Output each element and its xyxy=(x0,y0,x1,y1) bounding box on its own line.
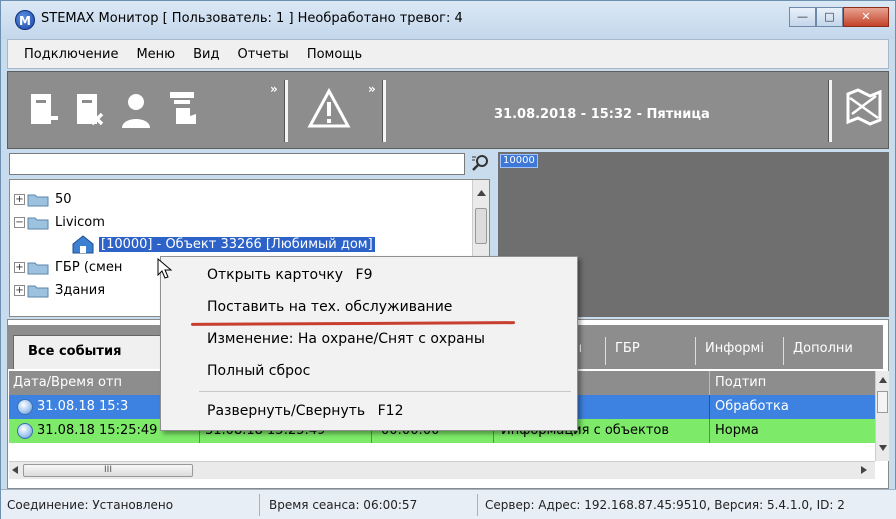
status-server: Сервер: Адрес: 192.168.87.45:9510, Верси… xyxy=(485,498,845,512)
menu-item-shortcut: F12 xyxy=(377,403,404,419)
tree-node-object-10000[interactable]: [10000] - Объект 33266 [Любимый дом] xyxy=(70,233,375,255)
toolbar: » » 31.08.2018 - 15:32 - Пятница xyxy=(7,71,889,149)
tab-divider xyxy=(695,337,696,365)
scroll-down-icon[interactable] xyxy=(879,445,887,451)
tree-node-label: 50 xyxy=(55,191,72,207)
scroll-up-icon[interactable] xyxy=(879,377,887,383)
cell-subtype: Обработка xyxy=(715,399,789,414)
close-button[interactable]: ✕ xyxy=(843,7,889,27)
window-controls: — □ ✕ xyxy=(789,7,889,27)
search-input[interactable] xyxy=(9,153,465,175)
expand-icon[interactable]: + xyxy=(14,193,25,205)
tree-node-label-selected: [10000] - Объект 33266 [Любимый дом] xyxy=(99,236,375,252)
cell-subtype: Норма xyxy=(715,423,759,438)
grid-scrollbar[interactable] xyxy=(875,371,889,461)
highlight-underline xyxy=(190,321,516,326)
tab-gbr[interactable]: ГБР xyxy=(615,341,640,356)
menu-item-expand-collapse[interactable]: Развернуть/Свернуть F12 xyxy=(207,403,403,419)
toolbar-separator xyxy=(284,80,288,142)
scroll-up-icon[interactable] xyxy=(477,190,486,196)
event-status-icon xyxy=(17,423,33,439)
status-bar: Соединение: Установлено Время сеанса: 06… xyxy=(1,489,896,519)
alarm-warning-icon[interactable] xyxy=(306,86,352,132)
operator-icon[interactable] xyxy=(120,90,156,132)
remove-object-icon[interactable] xyxy=(74,90,110,132)
toolbar-datetime: 31.08.2018 - 15:32 - Пятница xyxy=(494,107,710,122)
grid-scroll-thumb[interactable] xyxy=(877,391,888,413)
menu-menu[interactable]: Меню xyxy=(136,47,175,62)
map-object-tag[interactable]: 10000 xyxy=(500,154,538,168)
toolbar-separator xyxy=(382,80,386,142)
tab-info[interactable]: Информі xyxy=(705,341,764,356)
menu-item-label: Открыть карточку xyxy=(207,267,344,283)
map-icon[interactable] xyxy=(844,88,884,128)
disconnect-icon[interactable] xyxy=(28,90,64,132)
tree-node-livicom[interactable]: − Livicom xyxy=(14,211,105,233)
tab-divider xyxy=(605,337,606,365)
house-icon xyxy=(72,235,94,254)
context-menu: Открыть карточку F9 Поставить на тех. об… xyxy=(160,256,578,431)
cell-datetime: 31.08.18 15:25:49 xyxy=(37,423,158,438)
menu-item-toggle-guard[interactable]: Изменение: На охране/Снят с охраны xyxy=(207,331,485,347)
folder-icon xyxy=(27,262,49,274)
status-connection: Соединение: Установлено xyxy=(7,498,174,512)
tree-node-50[interactable]: + 50 xyxy=(14,188,72,210)
menu-bar: Подключение Меню Вид Отчеты Помощь xyxy=(7,39,889,69)
app-window: M STEMAX Монитор [ Пользователь: 1 ] Нео… xyxy=(0,0,896,519)
tab-all-events[interactable]: Все события xyxy=(13,335,161,369)
column-divider xyxy=(709,419,710,443)
menu-item-shortcut: F9 xyxy=(355,267,373,283)
toolbar-more-button-2[interactable]: » xyxy=(368,82,376,96)
minimize-button[interactable]: — xyxy=(789,7,816,27)
column-divider xyxy=(709,371,710,395)
menu-item-full-reset[interactable]: Полный сброс xyxy=(207,363,310,379)
expand-icon[interactable]: + xyxy=(14,261,25,273)
grid-horizontal-scrollbar[interactable]: III xyxy=(9,461,875,479)
menu-item-label: Развернуть/Свернуть xyxy=(207,403,366,419)
folder-icon xyxy=(27,217,49,229)
tab-additional[interactable]: Дополни xyxy=(793,341,853,356)
cell-datetime: 31.08.18 15:3 xyxy=(37,399,129,414)
app-logo-icon: M xyxy=(15,10,35,30)
title-bar[interactable]: M STEMAX Монитор [ Пользователь: 1 ] Нео… xyxy=(1,1,895,39)
menu-separator xyxy=(199,391,571,392)
window-title: STEMAX Монитор [ Пользователь: 1 ] Необр… xyxy=(41,11,463,26)
horizontal-scroll-thumb[interactable]: III xyxy=(23,464,193,477)
menu-connection[interactable]: Подключение xyxy=(24,47,118,62)
tab-divider xyxy=(783,337,784,365)
column-header-subtype[interactable]: Подтип xyxy=(715,375,766,390)
status-divider xyxy=(259,494,260,516)
menu-help[interactable]: Помощь xyxy=(307,47,362,62)
menu-item-maintenance[interactable]: Поставить на тех. обслуживание xyxy=(207,299,452,315)
mouse-cursor-icon xyxy=(157,258,173,279)
tree-node-label: Livicom xyxy=(55,214,105,230)
folder-icon xyxy=(27,194,49,206)
maximize-button[interactable]: □ xyxy=(816,7,843,27)
event-status-icon xyxy=(17,399,33,415)
folder-icon xyxy=(27,285,49,297)
tree-node-gbr[interactable]: + ГБР (смен xyxy=(14,256,122,278)
search-icon[interactable] xyxy=(469,152,491,174)
scroll-right-icon[interactable] xyxy=(861,466,867,474)
hand-card-icon[interactable] xyxy=(168,90,204,132)
toolbar-more-button-1[interactable]: » xyxy=(270,82,278,96)
collapse-icon[interactable]: − xyxy=(14,216,25,228)
menu-view[interactable]: Вид xyxy=(193,47,219,62)
status-divider xyxy=(477,494,478,516)
menu-item-open-card[interactable]: Открыть карточку F9 xyxy=(207,267,373,283)
tree-node-label: Здания xyxy=(55,282,106,298)
column-divider xyxy=(709,395,710,419)
expand-icon[interactable]: + xyxy=(14,284,25,296)
tree-node-buildings[interactable]: + Здания xyxy=(14,279,105,301)
status-session-time: Время сеанса: 06:00:57 xyxy=(269,498,418,512)
column-header-datetime[interactable]: Дата/Время отп xyxy=(13,375,122,390)
menu-reports[interactable]: Отчеты xyxy=(237,47,288,62)
toolbar-separator xyxy=(828,80,832,142)
tree-node-label: ГБР (смен xyxy=(55,259,123,275)
scroll-left-icon[interactable] xyxy=(12,466,18,474)
tree-scroll-thumb[interactable] xyxy=(475,208,487,244)
